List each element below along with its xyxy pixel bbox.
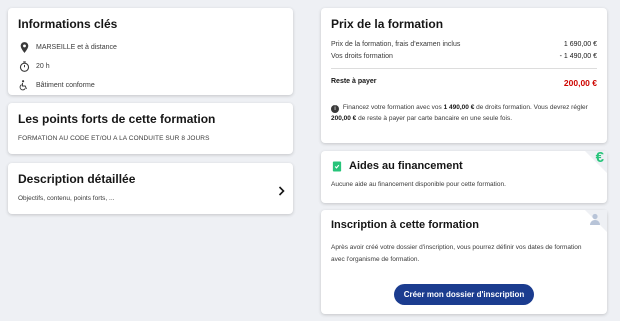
rights-label: Vos droits formation [331,53,393,60]
remaining-row: Reste à payer 200,00 € [331,78,597,88]
duration-row: 20 h [18,60,283,72]
financial-aid-header: Aides au financement [331,160,597,172]
highlights-card: Les points forts de cette formation FORM… [8,103,293,154]
financial-aid-title: Aides au financement [349,160,463,172]
duration-text: 20 h [36,62,50,70]
note-suffix: de reste à payer par carte bancaire en u… [356,115,513,122]
price-line-rights: Vos droits formation - 1 490,00 € [331,53,597,60]
remaining-label: Reste à payer [331,78,377,85]
person-icon [588,212,602,226]
registration-card: Inscription à cette formation Après avoi… [321,210,607,314]
registration-title: Inscription à cette formation [331,219,479,231]
key-info-title: Informations clés [18,17,118,31]
location-row: MARSEILLE et à distance [18,41,283,53]
highlights-title: Les points forts de cette formation [18,112,216,126]
financial-aid-card: € Aides au financement Aucune aide au fi… [321,149,607,203]
price-title: Prix de la formation [331,17,444,31]
price-line-total: Prix de la formation, frais d'examen inc… [331,41,597,48]
map-pin-icon [18,41,30,53]
accessibility-row: Bâtiment conforme [18,79,283,91]
financing-note: i Financez votre formation avec vos 1 49… [331,102,597,124]
detailed-description-card[interactable]: Description détaillée Objectifs, contenu… [8,163,293,214]
price-card: Prix de la formation Prix de la formatio… [321,8,607,143]
wheelchair-icon [18,79,30,91]
registration-text: Après avoir créé votre dossier d'inscrip… [331,244,582,263]
highlights-text: FORMATION AU CODE ET/OU A LA CONDUITE SU… [18,135,210,142]
financial-aid-text: Aucune aide au financement disponible po… [331,181,506,188]
rights-value: - 1 490,00 € [559,53,597,60]
info-icon: i [331,105,339,113]
note-remaining-amount: 200,00 € [331,115,357,122]
divider [331,68,597,69]
document-icon [331,160,343,172]
create-registration-button[interactable]: Créer mon dossier d'inscription [394,284,534,305]
location-text: MARSEILLE et à distance [36,43,117,51]
note-rights-amount: 1 490,00 € [443,104,475,111]
key-info-card: Informations clés MARSEILLE et à distanc… [8,8,293,95]
remaining-value: 200,00 € [563,78,597,88]
accessibility-text: Bâtiment conforme [36,81,95,89]
note-middle: de droits formation. Vous devrez régler [474,104,588,111]
price-total-label: Prix de la formation, frais d'examen inc… [331,41,461,48]
euro-icon: € [595,149,604,166]
chevron-right-icon[interactable] [278,185,285,199]
description-title: Description détaillée [18,172,136,186]
description-text: Objectifs, contenu, points forts, ... [18,195,115,202]
note-prefix: Financez votre formation avec vos [342,104,444,111]
price-total-value: 1 690,00 € [563,41,597,48]
stopwatch-icon [18,60,30,72]
